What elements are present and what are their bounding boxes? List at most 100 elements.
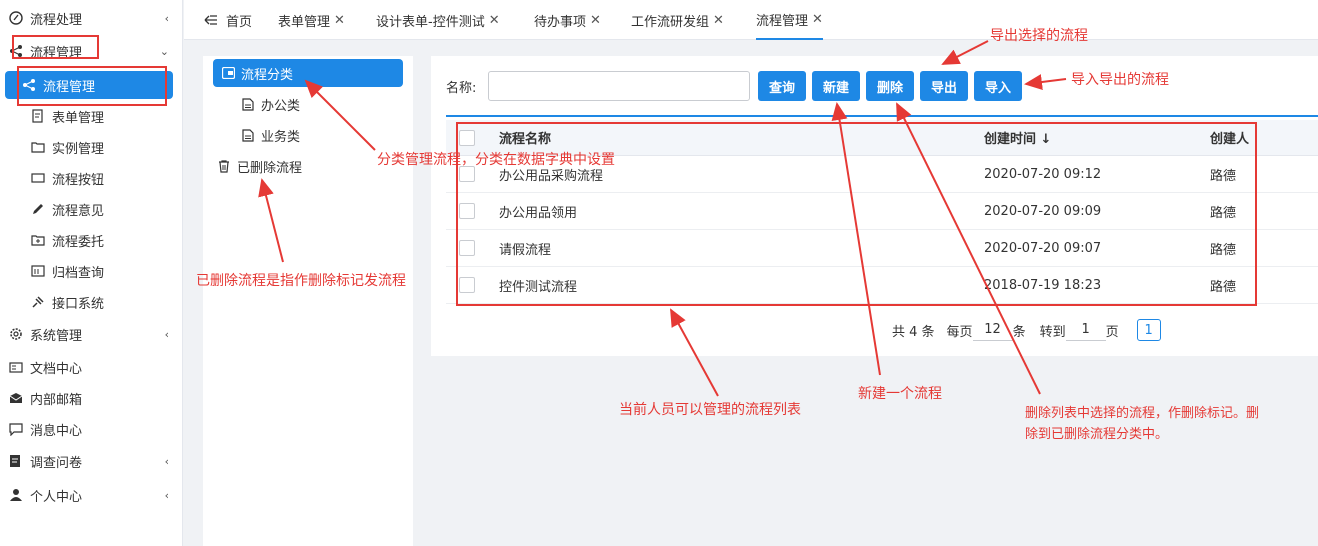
name-label: 名称: [446,81,477,96]
chevron-down-icon: ⌄ [159,44,169,58]
nav-flow-delegate[interactable]: 流程委托 [0,225,183,255]
toolbar-divider [446,115,1318,117]
query-button[interactable]: 查询 [758,71,806,101]
nav-archive-query[interactable]: 归档查询 [0,256,183,286]
tree-root-category[interactable]: 流程分类 [213,59,403,87]
close-icon[interactable]: ✕ [812,12,823,27]
nav-label: 流程按钮 [52,172,105,188]
tab-label: 工作流研发组 [631,14,710,30]
export-button[interactable]: 导出 [920,71,968,101]
annotation-delete-line1: 删除列表中选择的流程，作删除标记。删 [1025,406,1260,421]
file-icon [241,128,255,142]
tab-label: 流程管理 [756,13,809,29]
category-tree: 流程分类 办公类 业务类 已删除流程 [203,56,413,546]
tree-item-deleted[interactable]: 已删除流程 [217,153,302,179]
nav-label: 文档中心 [30,361,83,377]
tab-label: 待办事项 [534,14,587,30]
nav-label: 消息中心 [30,423,83,439]
file-icon [241,97,255,111]
nav-label: 归档查询 [52,265,105,281]
tree-label: 办公类 [261,98,301,114]
import-button[interactable]: 导入 [974,71,1022,101]
trash-icon [217,159,231,173]
new-button[interactable]: 新建 [812,71,860,101]
tab-design-form[interactable]: 设计表单-控件测试 ✕ [376,0,500,40]
tree-label: 已删除流程 [237,160,303,176]
close-icon[interactable]: ✕ [713,13,724,28]
tab-label: 设计表单-控件测试 [376,14,485,30]
plug-icon [30,294,46,310]
tab-workflow-manage[interactable]: 流程管理 ✕ [756,0,823,40]
delete-button[interactable]: 删除 [866,71,914,101]
goto-page-input[interactable] [1065,319,1106,341]
highlight-box-nav-item [17,66,167,106]
nav-label: 流程意见 [52,203,105,219]
nav-label: 调查问卷 [30,455,83,471]
nav-personal-center[interactable]: 个人中心 ‹ [0,480,183,510]
message-icon [8,421,24,437]
nav-label: 流程委托 [52,234,105,250]
tree-label: 流程分类 [241,67,294,83]
folder-plus-icon [30,232,46,248]
nav-interface-system[interactable]: 接口系统 [0,287,183,317]
edit-circle-icon [8,10,24,26]
tab-todo[interactable]: 待办事项 ✕ [534,0,601,40]
close-icon[interactable]: ✕ [489,13,500,28]
pager-goto-unit: 页 [1105,324,1119,340]
annotation-list: 当前人员可以管理的流程列表 [619,402,801,418]
annotation-deleted: 已删除流程是指作删除标记发流程 [196,273,406,289]
nav-label: 表单管理 [52,110,105,126]
tab-label: 表单管理 [278,14,331,30]
tab-home[interactable]: 首页 [204,0,252,40]
pager-per-page-label: 每页 [946,324,973,340]
nav-internal-mail[interactable]: 内部邮箱 [0,383,183,413]
nav-workflow-process[interactable]: 流程处理 ‹ [0,3,183,33]
highlight-box-nav-group [12,35,99,59]
pager-goto-label: 转到 [1039,324,1066,340]
annotation-category: 分类管理流程，分类在数据字典中设置 [377,152,615,168]
name-search-input[interactable] [488,71,750,101]
chevron-left-icon: ‹ [164,488,169,502]
chevron-left-icon: ‹ [164,11,169,25]
nav-label: 接口系统 [52,296,105,312]
folder-icon [30,139,46,155]
close-icon[interactable]: ✕ [334,13,345,28]
nav-label: 内部邮箱 [30,392,83,408]
chevron-left-icon: ‹ [164,454,169,468]
pager-per-page-unit: 条 [1012,324,1026,340]
form-edit-icon [30,108,46,124]
annotation-delete-line2: 除到已删除流程分类中。 [1025,427,1169,442]
nav-flow-button[interactable]: 流程按钮 [0,163,183,193]
archive-icon [30,263,46,279]
nav-message-center[interactable]: 消息中心 [0,414,183,444]
user-icon [8,487,24,503]
nav-flow-opinion[interactable]: 流程意见 [0,194,183,224]
nav-label: 实例管理 [52,141,105,157]
mail-icon [8,390,24,406]
pencil-icon [30,201,46,217]
nav-label: 流程处理 [30,12,83,28]
tab-workflow-dev[interactable]: 工作流研发组 ✕ [631,0,724,40]
nav-instance-manage[interactable]: 实例管理 [0,132,183,162]
survey-icon [8,453,24,469]
document-icon [8,359,24,375]
tree-label: 业务类 [261,129,301,145]
tab-bar: 首页 表单管理 ✕ 设计表单-控件测试 ✕ 待办事项 ✕ 工作流研发组 ✕ 流程… [184,0,1318,40]
nav-survey[interactable]: 调查问卷 ‹ [0,446,183,476]
annotation-new: 新建一个流程 [858,386,942,402]
close-icon[interactable]: ✕ [590,13,601,28]
pagination: 共 4 条 每页 条 转到 页 1 [892,318,1161,342]
page-number-button[interactable]: 1 [1136,319,1161,341]
nav-label: 个人中心 [30,489,83,505]
pager-total: 共 4 条 [892,324,935,340]
nav-label: 系统管理 [30,328,83,344]
tab-form-manage[interactable]: 表单管理 ✕ [278,0,345,40]
annotation-export: 导出选择的流程 [990,28,1088,44]
chevron-left-icon: ‹ [164,327,169,341]
nav-system-manage[interactable]: 系统管理 ‹ [0,319,183,349]
menu-fold-icon[interactable] [204,14,218,26]
page-size-input[interactable] [972,319,1013,341]
tree-item-office[interactable]: 办公类 [241,91,300,117]
tree-item-business[interactable]: 业务类 [241,122,300,148]
nav-document-center[interactable]: 文档中心 [0,352,183,382]
